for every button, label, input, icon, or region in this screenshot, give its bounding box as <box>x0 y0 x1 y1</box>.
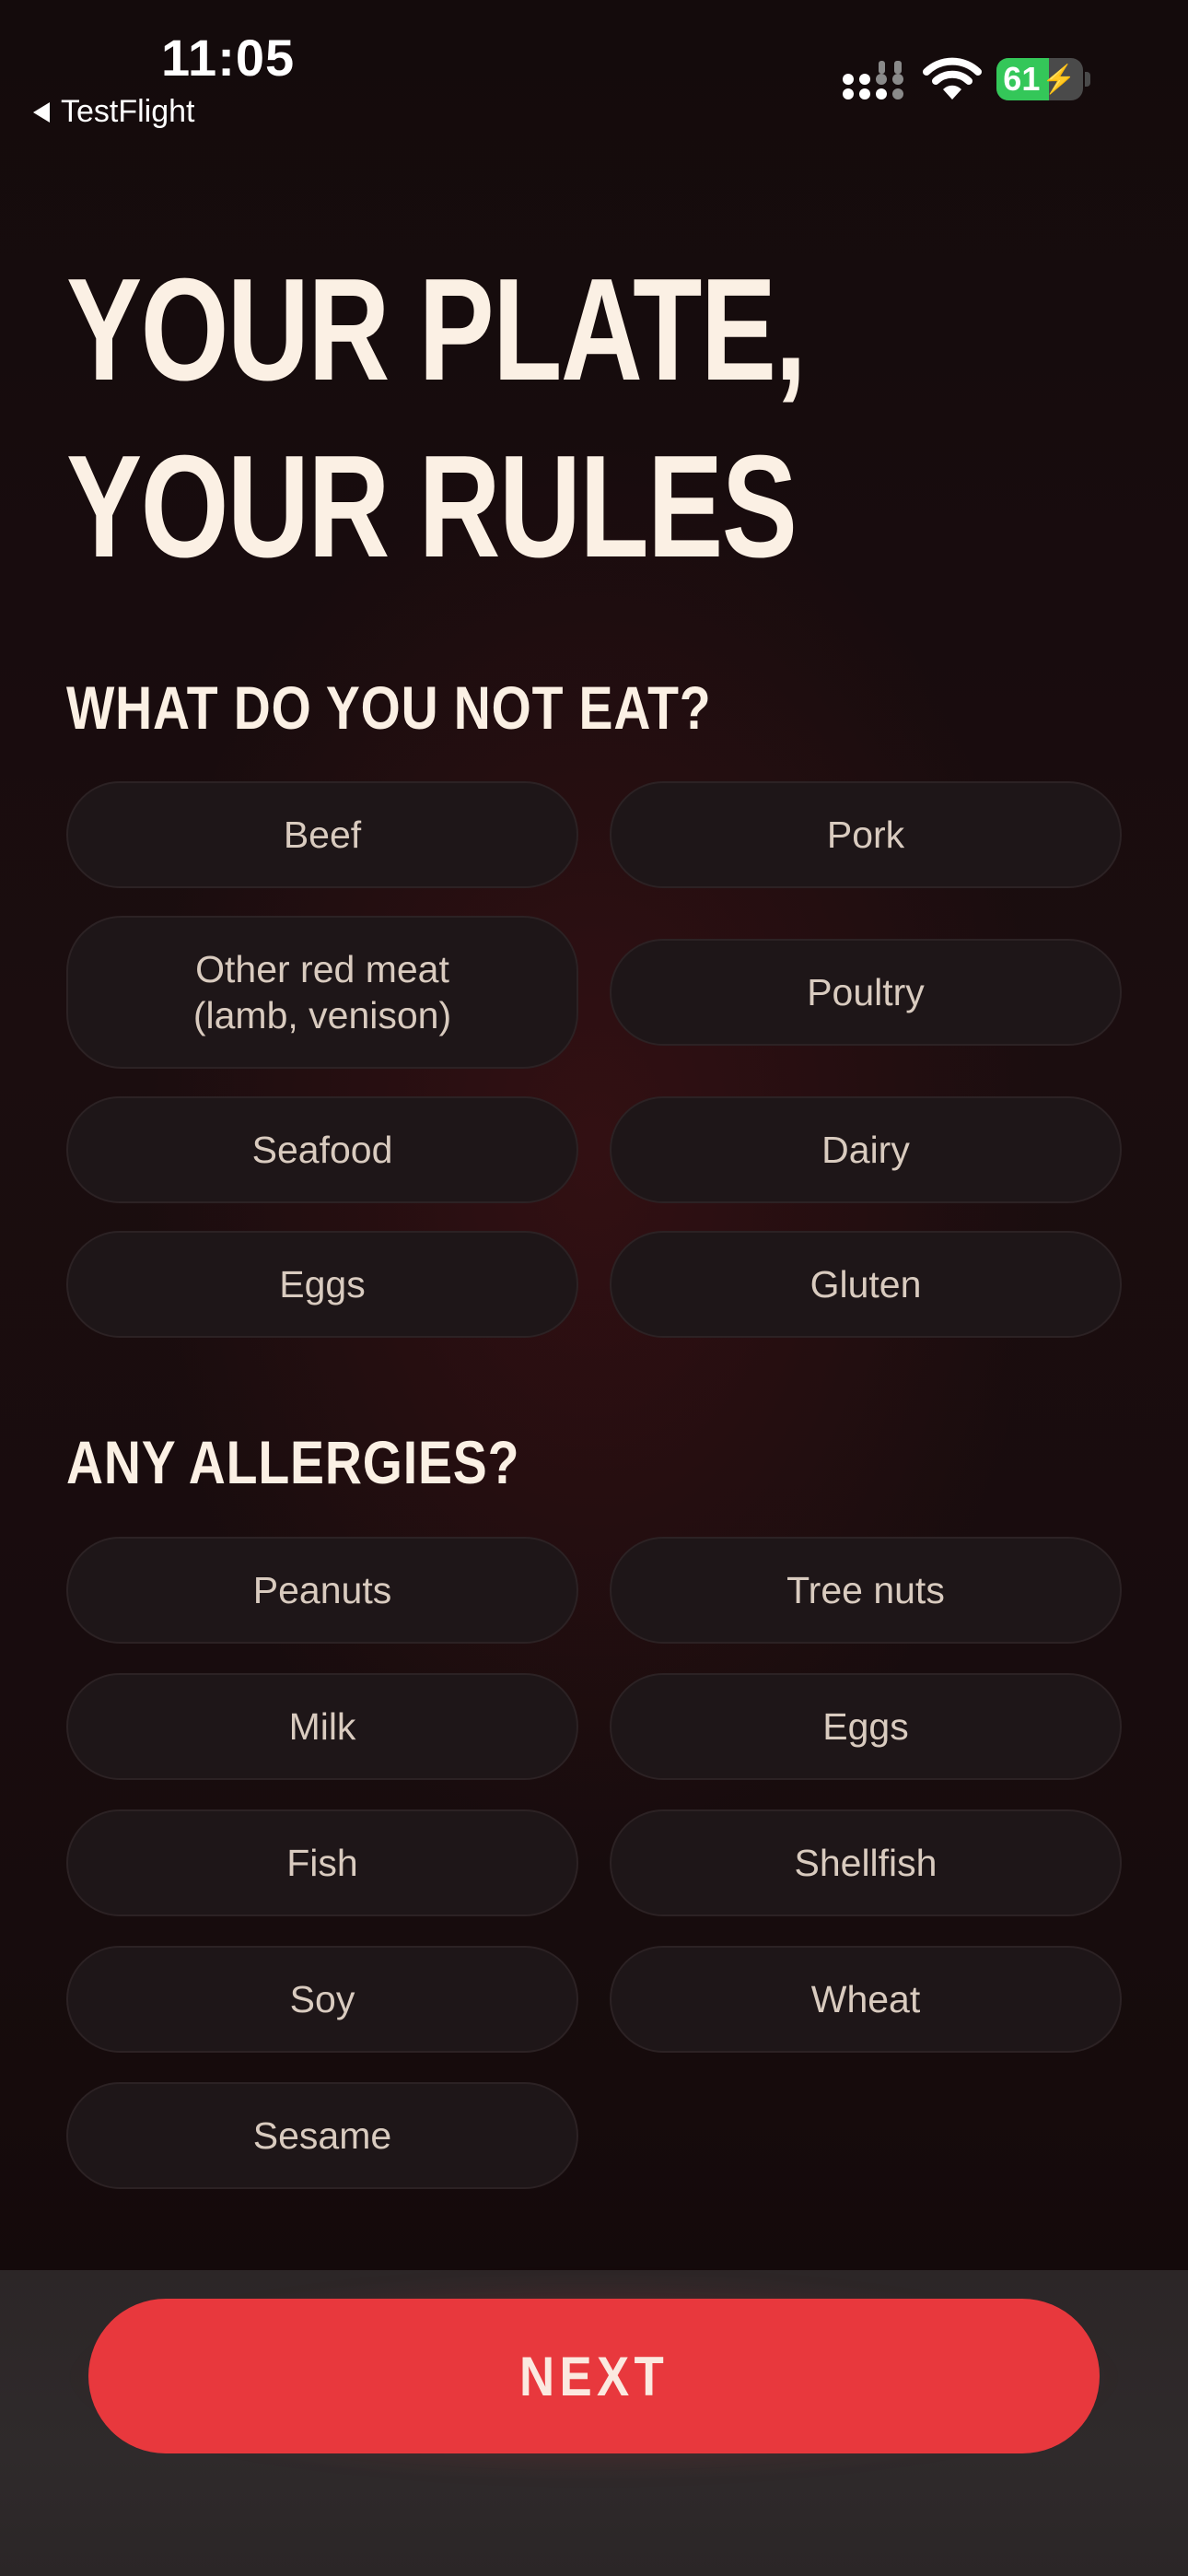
back-app-label: TestFlight <box>61 94 195 129</box>
back-triangle-icon <box>33 101 50 123</box>
diet-option-chip[interactable]: Other red meat (lamb, venison) <box>66 916 578 1069</box>
diet-option-chip[interactable]: Dairy <box>610 1096 1122 1203</box>
diet-section-heading: WHAT DO YOU NOT EAT? <box>66 673 712 742</box>
next-button-label: NEXT <box>519 2345 669 2407</box>
allergy-option-chip[interactable]: Shellfish <box>610 1809 1122 1916</box>
allergy-option-chip-label: Tree nuts <box>786 1569 945 1611</box>
charging-bolt-icon: ⚡ <box>1042 64 1077 95</box>
battery-cap <box>1085 72 1090 87</box>
allergy-option-chip[interactable]: Fish <box>66 1809 578 1916</box>
wifi-icon <box>923 57 982 100</box>
allergy-option-chip[interactable]: Peanuts <box>66 1537 578 1644</box>
page-title-line-2: YOUR RULES <box>66 426 798 588</box>
battery-charging-icon: 61 ⚡ <box>996 58 1083 100</box>
allergy-option-chip-label: Fish <box>286 1842 358 1884</box>
allergy-option-chip[interactable]: Eggs <box>610 1673 1122 1780</box>
allergy-section-heading: ANY ALLERGIES? <box>66 1428 520 1496</box>
allergy-option-chip-label: Wheat <box>810 1978 921 2020</box>
diet-option-chip-label: Beef <box>283 814 362 856</box>
allergy-option-chip-label: Soy <box>289 1978 355 2020</box>
cellular-signal-icon <box>843 61 903 100</box>
allergy-option-chip[interactable]: Sesame <box>66 2082 578 2189</box>
diet-option-chip[interactable]: Eggs <box>66 1231 578 1338</box>
allergy-option-chip[interactable]: Soy <box>66 1946 578 2053</box>
status-bar: 11:05 TestFlight 61 ⚡ <box>0 0 1188 147</box>
diet-option-chip[interactable]: Pork <box>610 781 1122 888</box>
diet-option-chip[interactable]: Beef <box>66 781 578 888</box>
diet-option-chip-label: Pork <box>826 814 905 856</box>
allergy-options-grid: Peanuts Tree nuts Milk Eggs Fish Shellfish Soy… <box>66 1537 1122 2189</box>
page-title-line-1: YOUR PLATE, <box>66 249 807 411</box>
diet-option-chip-label: Seafood <box>251 1129 393 1171</box>
allergy-option-chip[interactable]: Milk <box>66 1673 578 1780</box>
diet-option-chip[interactable]: Poultry <box>610 939 1122 1046</box>
allergy-option-chip-label: Peanuts <box>252 1569 392 1611</box>
allergy-option-chip[interactable]: Wheat <box>610 1946 1122 2053</box>
diet-option-chip-label: Other red meat (lamb, venison) <box>192 948 452 1036</box>
battery-percent: 61 <box>1003 60 1041 98</box>
back-to-testflight-link[interactable]: TestFlight <box>33 94 195 130</box>
allergy-option-chip-label: Sesame <box>252 2114 392 2157</box>
allergy-option-chip-label: Shellfish <box>794 1842 938 1884</box>
diet-option-chip-label: Eggs <box>279 1263 366 1306</box>
diet-option-chip-label: Gluten <box>809 1263 922 1306</box>
status-time: 11:05 <box>161 29 296 87</box>
diet-option-chip[interactable]: Seafood <box>66 1096 578 1203</box>
diet-option-chip-label: Dairy <box>821 1129 910 1171</box>
page-title: YOUR PLATE, YOUR RULES <box>66 241 807 595</box>
diet-option-chip[interactable]: Gluten <box>610 1231 1122 1338</box>
allergy-option-chip[interactable]: Tree nuts <box>610 1537 1122 1644</box>
allergy-option-chip-label: Milk <box>288 1705 356 1748</box>
next-button[interactable]: NEXT <box>88 2299 1100 2453</box>
diet-option-chip-label: Poultry <box>807 971 925 1013</box>
allergy-option-chip-label: Eggs <box>822 1705 909 1748</box>
diet-options-grid: Beef Pork Other red meat (lamb, venison) Po… <box>66 781 1122 1338</box>
